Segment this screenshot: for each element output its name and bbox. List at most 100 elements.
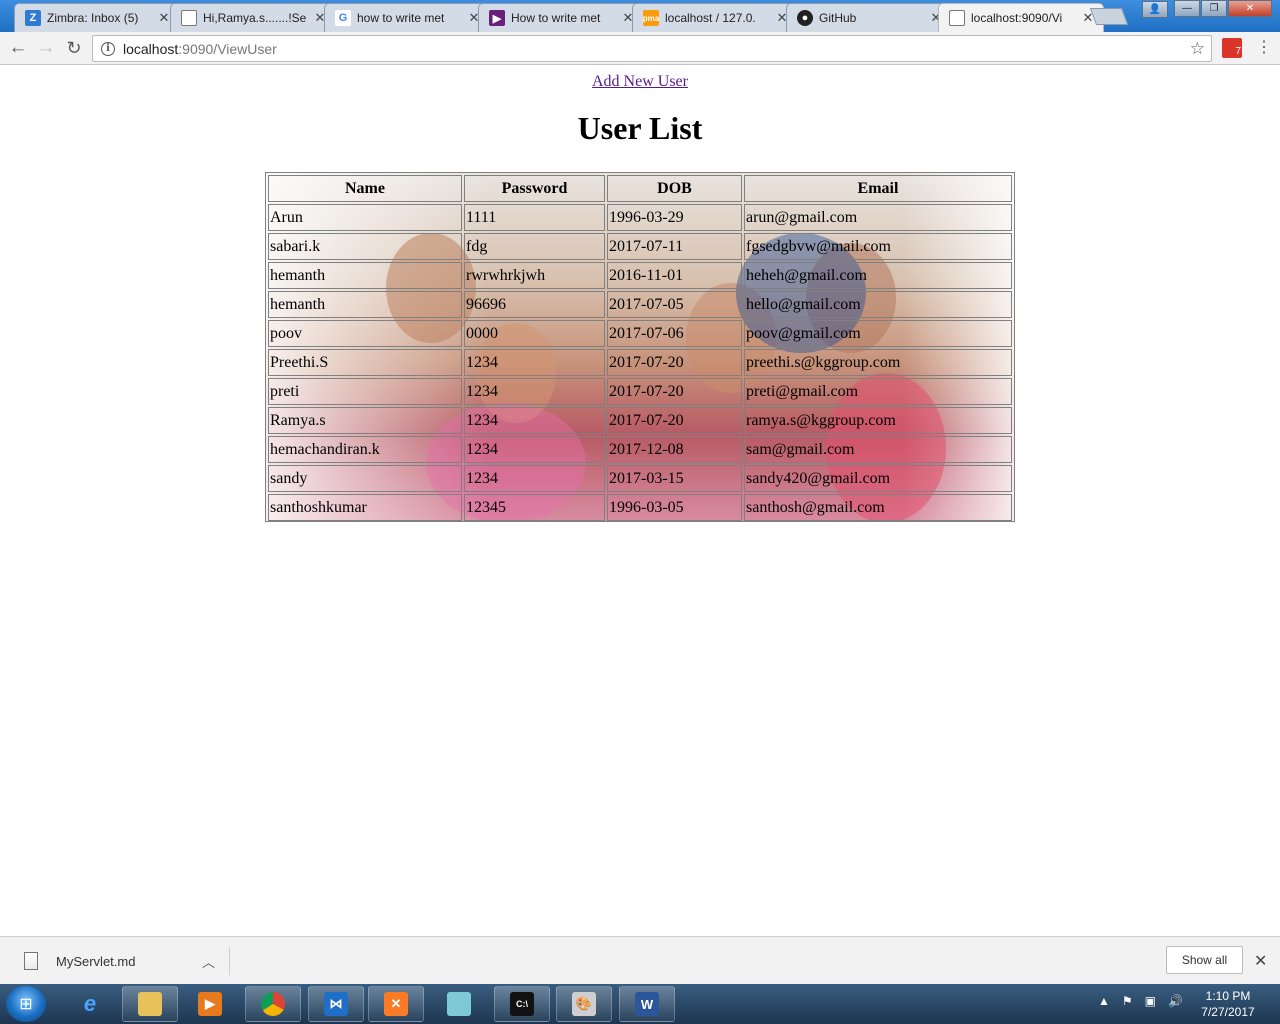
cell-dob: 2017-07-06	[607, 320, 742, 347]
clock[interactable]: 1:10 PM 7/27/2017	[1190, 988, 1266, 1020]
new-tab-button[interactable]	[1089, 8, 1129, 25]
add-link-container: Add New User	[0, 73, 1280, 91]
tab-phpmyadmin[interactable]: pma localhost / 127.0. ✕	[632, 3, 798, 32]
cell-password: 1234	[464, 378, 605, 405]
reload-button[interactable]: ↻	[61, 36, 87, 60]
tab-title: How to write met	[511, 11, 601, 25]
cell-name: poov	[268, 320, 462, 347]
tab-gmail-thread[interactable]: Hi,Ramya.s.......!Se ✕	[170, 3, 336, 32]
notepad-icon[interactable]	[431, 986, 487, 1022]
table-row: Ramya.s 1234 2017-07-20 ramya.s@kggroup.com	[268, 407, 1012, 434]
cell-name: sandy	[268, 465, 462, 492]
url-path: :9090/ViewUser	[178, 40, 277, 57]
cell-password: 1234	[464, 436, 605, 463]
cell-name: sabari.k	[268, 233, 462, 260]
table-row: poov 0000 2017-07-06 poov@gmail.com	[268, 320, 1012, 347]
back-button[interactable]: ←	[5, 36, 31, 60]
media-player-icon[interactable]: ▶	[182, 986, 238, 1022]
info-icon[interactable]: i	[101, 41, 115, 56]
paint-icon[interactable]: 🎨	[556, 986, 612, 1022]
tab-title: how to write met	[357, 11, 445, 25]
cell-password: fdg	[464, 233, 605, 260]
column-header-email: Email	[744, 175, 1012, 202]
internet-explorer-icon[interactable]: e	[62, 986, 118, 1022]
table-row: hemanth rwrwhrkjwh 2016-11-01 heheh@gmail.c…	[268, 262, 1012, 289]
zimbra-icon: Z	[25, 10, 41, 26]
cell-email: poov@gmail.com	[744, 320, 1012, 347]
download-item[interactable]: MyServlet.md ︿	[16, 947, 230, 975]
forward-button[interactable]: →	[33, 36, 59, 60]
chrome-icon[interactable]	[245, 986, 301, 1022]
cell-dob: 2017-07-20	[607, 349, 742, 376]
table-row: preti 1234 2017-07-20 preti@gmail.com	[268, 378, 1012, 405]
cell-password: 12345	[464, 494, 605, 521]
volume-icon[interactable]: 🔊	[1168, 994, 1183, 1008]
cell-email: preti@gmail.com	[744, 378, 1012, 405]
command-prompt-icon[interactable]: C:\	[494, 986, 550, 1022]
cell-dob: 2017-07-20	[607, 407, 742, 434]
download-file-name: MyServlet.md	[56, 953, 136, 969]
word-icon[interactable]: W	[619, 986, 675, 1022]
cell-name: preti	[268, 378, 462, 405]
tab-github[interactable]: ● GitHub ✕	[786, 3, 952, 32]
chevron-up-icon[interactable]: ︿	[202, 952, 215, 971]
cell-name: Preethi.S	[268, 349, 462, 376]
file-icon	[24, 952, 38, 970]
cell-email: preethi.s@kggroup.com	[744, 349, 1012, 376]
tab-how-to-write[interactable]: ▶ How to write met ✕	[478, 3, 644, 32]
close-icon[interactable]: ✕	[157, 10, 171, 26]
page-title: User List	[577, 110, 703, 146]
xampp-icon[interactable]: ✕	[368, 986, 424, 1022]
table-row: hemanth 96696 2017-07-05 hello@gmail.com	[268, 291, 1012, 318]
cell-email: santhosh@gmail.com	[744, 494, 1012, 521]
tab-title: GitHub	[819, 11, 857, 25]
menu-icon[interactable]: ⋮	[1256, 38, 1272, 58]
page-icon	[949, 10, 965, 26]
download-bar: MyServlet.md ︿ Show all ✕	[0, 936, 1280, 984]
cell-name: hemachandiran.k	[268, 436, 462, 463]
cell-dob: 2017-07-11	[607, 233, 742, 260]
file-explorer-icon[interactable]	[122, 986, 178, 1022]
table-row: hemachandiran.k 1234 2017-12-08 sam@gmail.c…	[268, 436, 1012, 463]
cell-name: hemanth	[268, 291, 462, 318]
column-header-dob: DOB	[607, 175, 742, 202]
close-window-button[interactable]: ✕	[1228, 0, 1272, 17]
system-tray: ▲ ⚑ ▣ 🔊	[1098, 994, 1183, 1008]
tab-title: localhost:9090/Vi	[971, 11, 1063, 25]
bookmark-star-icon[interactable]: ☆	[1190, 39, 1205, 59]
extension-icon[interactable]: 7	[1222, 38, 1242, 58]
cell-password: 1234	[464, 349, 605, 376]
tab-google-search[interactable]: G how to write met ✕	[324, 3, 490, 32]
table-row: sandy 1234 2017-03-15 sandy420@gmail.com	[268, 465, 1012, 492]
flag-icon[interactable]: ⚑	[1122, 994, 1133, 1008]
tab-zimbra[interactable]: Z Zimbra: Inbox (5) ✕	[14, 3, 180, 32]
address-bar[interactable]: i localhost:9090/ViewUser ☆	[92, 35, 1212, 62]
cell-email: heheh@gmail.com	[744, 262, 1012, 289]
table-row: sabari.k fdg 2017-07-11 fgsedgbvw@mail.com	[268, 233, 1012, 260]
add-new-user-link[interactable]: Add New User	[592, 73, 688, 90]
cell-dob: 2016-11-01	[607, 262, 742, 289]
visual-studio-icon: ▶	[489, 10, 505, 26]
cell-dob: 2017-03-15	[607, 465, 742, 492]
show-all-button[interactable]: Show all	[1166, 946, 1243, 974]
start-button[interactable]: ⊞	[6, 986, 46, 1022]
cell-dob: 2017-07-20	[607, 378, 742, 405]
network-icon[interactable]: ▣	[1145, 994, 1156, 1008]
close-icon[interactable]: ✕	[1254, 951, 1267, 971]
tab-viewuser[interactable]: localhost:9090/Vi ✕	[938, 3, 1104, 32]
cell-email: sandy420@gmail.com	[744, 465, 1012, 492]
cell-name: santhoshkumar	[268, 494, 462, 521]
cell-name: Ramya.s	[268, 407, 462, 434]
profile-icon[interactable]: 👤	[1142, 1, 1168, 18]
table-row: santhoshkumar 12345 1996-03-05 santhosh@gma…	[268, 494, 1012, 521]
google-icon: G	[335, 10, 351, 26]
phpmyadmin-icon: pma	[643, 10, 659, 26]
visual-studio-code-icon[interactable]: ⋈	[308, 986, 364, 1022]
column-header-password: Password	[464, 175, 605, 202]
cell-password: 1111	[464, 204, 605, 231]
restore-button[interactable]: ❐	[1201, 0, 1227, 17]
table-row: Preethi.S 1234 2017-07-20 preethi.s@kggroup…	[268, 349, 1012, 376]
minimize-button[interactable]: —	[1174, 0, 1200, 17]
chevron-up-icon[interactable]: ▲	[1098, 994, 1110, 1008]
cell-dob: 2017-07-05	[607, 291, 742, 318]
